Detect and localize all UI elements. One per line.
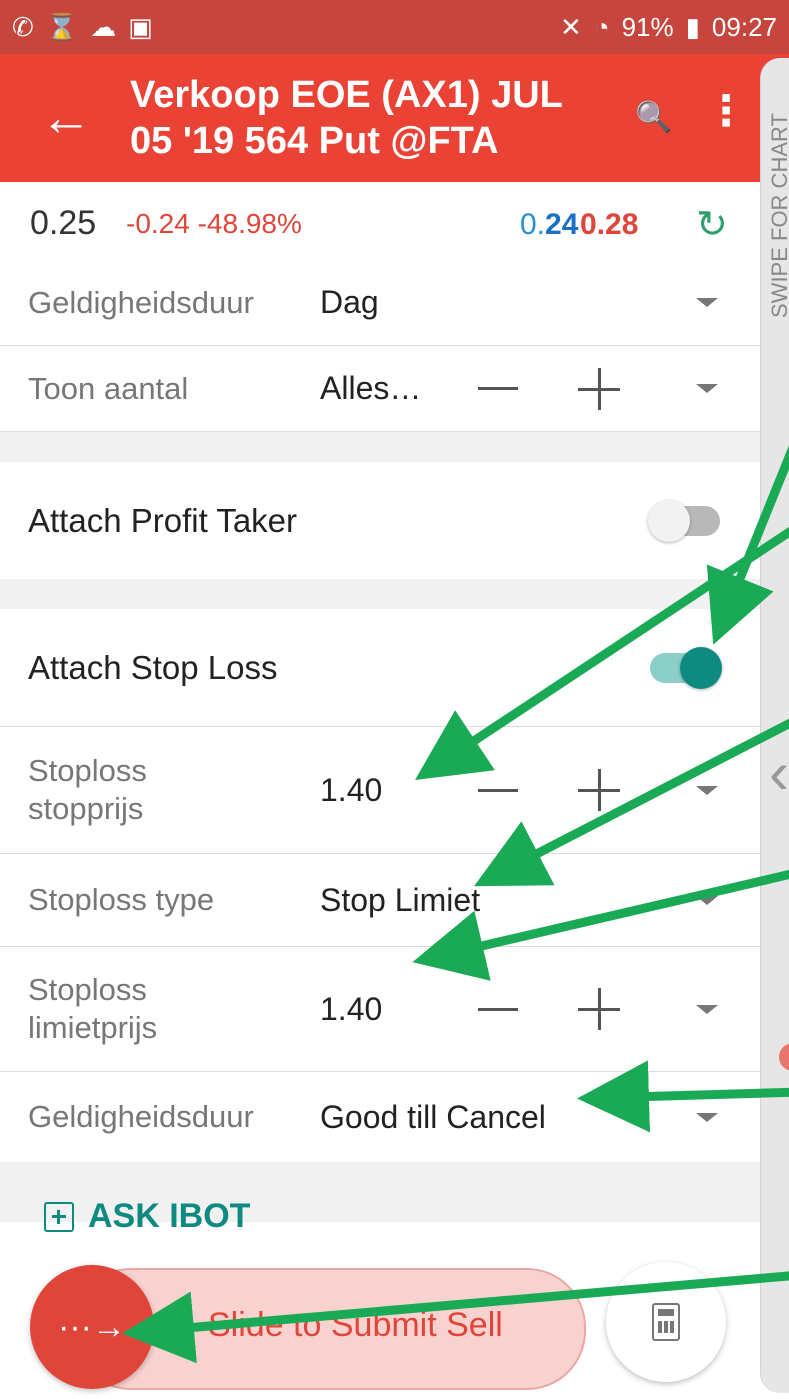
display-qty-value[interactable]: Alles… <box>320 370 421 407</box>
image-icon: ▣ <box>128 11 153 42</box>
cloud-icon: ☁ <box>90 11 117 42</box>
stop-loss-row: Attach Stop Loss <box>0 609 760 727</box>
hourglass-icon: ⌛ <box>45 11 79 42</box>
dropdown-icon[interactable] <box>696 895 718 905</box>
bid-price: 0.24 <box>520 208 578 242</box>
swipe-for-chart-label: SWIPE FOR CHART <box>767 113 789 318</box>
stoploss-type-row[interactable]: Stoploss type Stop Limiet <box>0 854 760 947</box>
plus-icon[interactable] <box>578 367 620 410</box>
stoploss-stop-price-row: Stoploss stopprijs 1.40 <box>0 727 760 854</box>
display-qty-row: Toon aantal Alles… <box>0 346 760 432</box>
chart-marker <box>779 1043 789 1071</box>
stoploss-limit-price-value[interactable]: 1.40 <box>320 991 382 1028</box>
stoploss-stop-price-label: Stoploss stopprijs <box>28 753 147 826</box>
chevron-left-icon[interactable]: ‹ <box>769 738 789 807</box>
mute-icon: ✕ <box>560 11 582 42</box>
profit-taker-toggle[interactable] <box>648 499 720 542</box>
battery-icon: ▮ <box>685 11 700 42</box>
page-title: Verkoop EOE (AX1) JUL 05 '19 564 Put @FT… <box>130 74 563 162</box>
app-bar: ← Verkoop EOE (AX1) JUL 05 '19 564 Put @… <box>0 54 789 182</box>
dropdown-icon[interactable] <box>696 298 718 307</box>
validity-value[interactable]: Dag <box>320 284 379 321</box>
slide-arrow-icon[interactable]: ···→ <box>30 1265 154 1389</box>
dropdown-icon[interactable] <box>696 785 718 795</box>
validity-label: Geldigheidsduur <box>28 284 254 320</box>
ask-price: 0.28 <box>580 208 639 241</box>
validity-row[interactable]: Geldigheidsduur Dag <box>0 260 760 346</box>
plus-icon[interactable] <box>578 988 620 1030</box>
dropdown-icon[interactable] <box>696 1112 718 1122</box>
stoploss-limit-price-label: Stoploss limietprijs <box>28 972 158 1045</box>
more-vert-icon[interactable]: ⋮ <box>705 90 747 132</box>
calculator-button[interactable] <box>606 1262 726 1382</box>
divider <box>0 432 760 462</box>
wifi-icon: ◔ <box>593 11 610 42</box>
dropdown-icon[interactable] <box>696 1004 718 1014</box>
chart-drawer[interactable]: SWIPE FOR CHART ‹ <box>760 58 789 1393</box>
search-icon[interactable]: 🔍 <box>635 100 672 135</box>
add-box-icon <box>44 1201 74 1232</box>
submit-slider-label: Slide to Submit Sell <box>208 1306 503 1344</box>
display-qty-label: Toon aantal <box>28 370 189 406</box>
order-form: Geldigheidsduur Dag Toon aantal Alles… A… <box>0 260 760 1222</box>
stoploss-type-value[interactable]: Stop Limiet <box>320 882 480 919</box>
status-bar: ✆ ⌛ ☁ ▣ ✕ ◔ 91% ▮ 09:27 <box>0 0 789 54</box>
bid-bold: 24 <box>545 208 579 241</box>
stop-loss-toggle[interactable] <box>650 646 722 689</box>
profit-taker-row: Attach Profit Taker <box>0 462 760 579</box>
stoploss-limit-price-row: Stoploss limietprijs 1.40 <box>0 947 760 1072</box>
bid-prefix: 0. <box>520 208 546 241</box>
minus-icon[interactable] <box>478 788 518 792</box>
calculator-icon <box>652 1303 680 1341</box>
ask-ibot-label: ASK IBOT <box>88 1197 251 1235</box>
last-price: 0.25 <box>30 204 97 242</box>
stoploss-validity-label: Geldigheidsduur <box>28 1099 254 1134</box>
ask-ibot-link[interactable]: ASK IBOT <box>44 1197 250 1236</box>
toggle-knob <box>680 646 722 689</box>
minus-icon[interactable] <box>478 1007 518 1011</box>
clock: 09:27 <box>711 11 777 42</box>
signal-percentage: 91% <box>621 11 674 42</box>
quote-bar: 0.25 -0.24 -48.98% 0.24 0.28 ↻ <box>0 182 760 260</box>
stop-loss-label: Attach Stop Loss <box>28 648 278 686</box>
stoploss-stop-price-value[interactable]: 1.40 <box>320 772 382 809</box>
plus-icon[interactable] <box>578 769 620 811</box>
price-change: -0.24 -48.98% <box>126 208 302 239</box>
stoploss-validity-value[interactable]: Good till Cancel <box>320 1099 546 1136</box>
profit-taker-label: Attach Profit Taker <box>28 501 298 539</box>
divider <box>0 579 760 609</box>
refresh-icon[interactable]: ↻ <box>696 202 728 247</box>
dropdown-icon[interactable] <box>696 384 718 393</box>
stoploss-type-label: Stoploss type <box>28 882 215 917</box>
toggle-knob <box>648 499 690 542</box>
stoploss-validity-row[interactable]: Geldigheidsduur Good till Cancel <box>0 1072 760 1162</box>
minus-icon[interactable] <box>478 387 518 390</box>
back-arrow-icon[interactable]: ← <box>40 88 92 148</box>
whatsapp-icon: ✆ <box>12 11 34 42</box>
